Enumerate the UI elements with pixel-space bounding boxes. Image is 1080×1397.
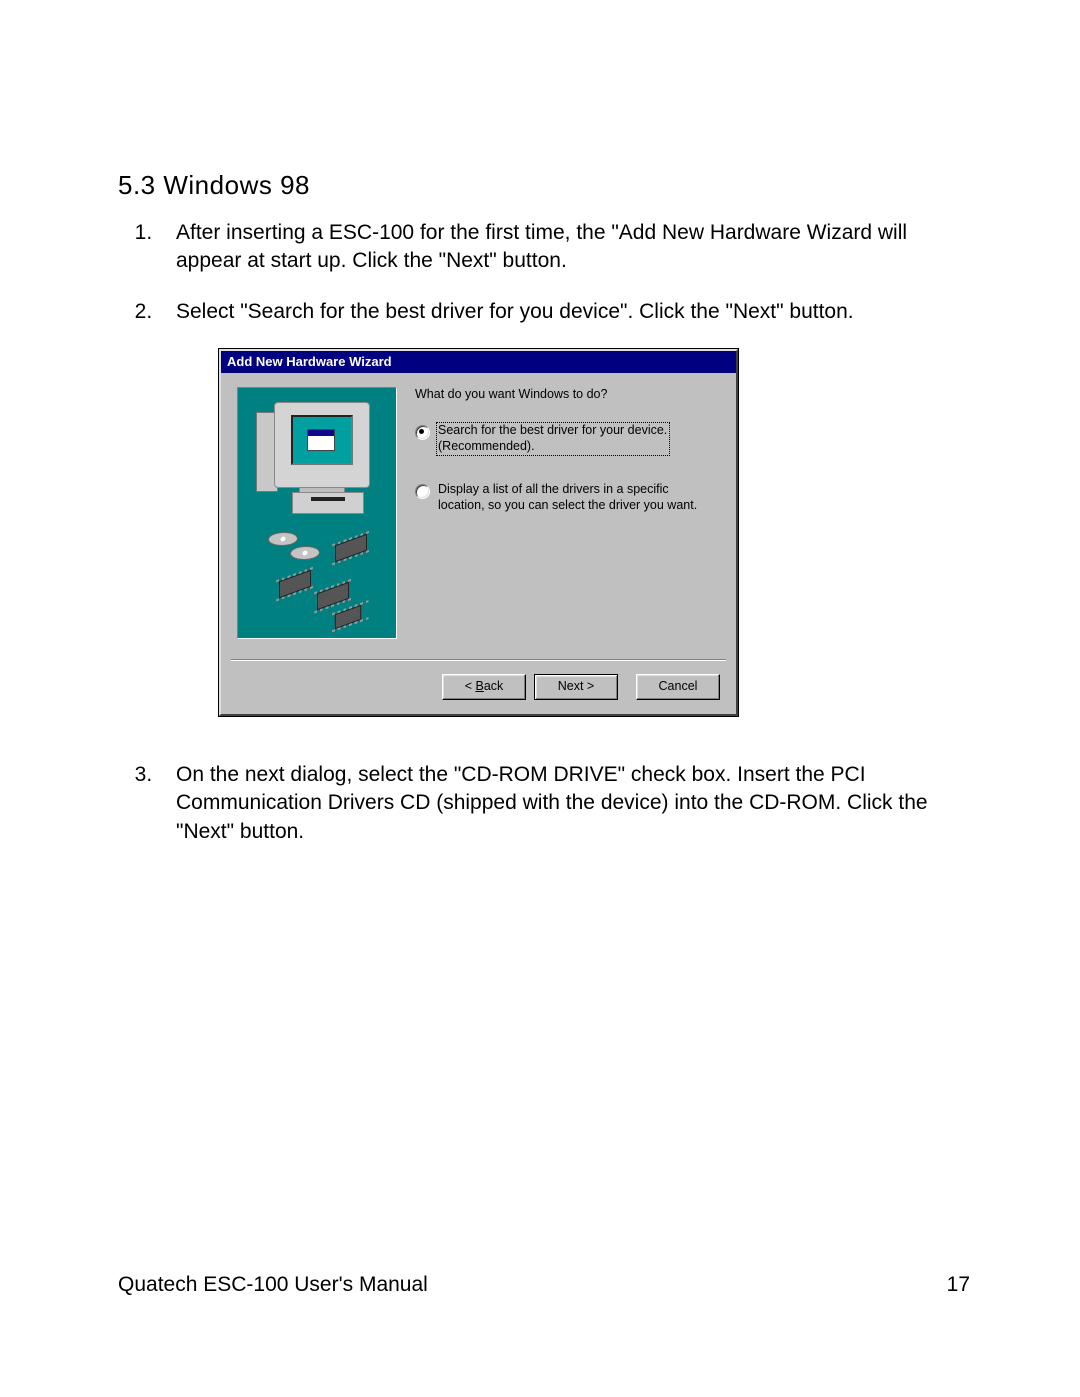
- radio-option-list[interactable]: Display a list of all the drivers in a s…: [415, 482, 714, 513]
- page-footer: Quatech ESC-100 User's Manual 17: [118, 1273, 970, 1297]
- chip-icon: [317, 582, 349, 611]
- instruction-list: After inserting a ESC-100 for the first …: [118, 219, 970, 326]
- cancel-button[interactable]: Cancel: [636, 674, 720, 700]
- radio-icon[interactable]: [415, 425, 430, 440]
- dialog-body: What do you want Windows to do? Search f…: [221, 373, 736, 643]
- next-button[interactable]: Next >: [534, 674, 618, 700]
- instruction-step: On the next dialog, select the "CD-ROM D…: [158, 761, 970, 846]
- wizard-prompt: What do you want Windows to do?: [415, 387, 714, 401]
- wizard-illustration: [237, 387, 397, 639]
- footer-title: Quatech ESC-100 User's Manual: [118, 1273, 428, 1297]
- back-button[interactable]: < Back: [442, 674, 526, 700]
- instruction-list: On the next dialog, select the "CD-ROM D…: [118, 761, 970, 846]
- wizard-dialog-screenshot: Add New Hardware Wizard What do you want…: [218, 348, 739, 717]
- radio-option-search[interactable]: Search for the best driver for your devi…: [415, 423, 714, 454]
- instruction-step: Select "Search for the best driver for y…: [158, 298, 970, 326]
- chip-icon: [279, 570, 311, 599]
- dialog-buttons: < Back Next > Cancel: [231, 659, 726, 714]
- section-heading: 5.3 Windows 98: [118, 170, 970, 201]
- cd-icon: [267, 532, 299, 546]
- page-number: 17: [947, 1273, 970, 1297]
- radio-label: Display a list of all the drivers in a s…: [438, 482, 697, 513]
- radio-icon[interactable]: [415, 484, 430, 499]
- radio-label: Search for the best driver for your devi…: [436, 422, 670, 456]
- instruction-step: After inserting a ESC-100 for the first …: [158, 219, 970, 276]
- chip-icon: [335, 534, 367, 563]
- dialog-content: What do you want Windows to do? Search f…: [397, 387, 720, 639]
- dialog-title: Add New Hardware Wizard: [221, 351, 736, 373]
- wizard-dialog: Add New Hardware Wizard What do you want…: [219, 349, 738, 716]
- cd-icon: [289, 546, 321, 560]
- chip-icon: [335, 605, 361, 629]
- document-page: 5.3 Windows 98 After inserting a ESC-100…: [0, 0, 1080, 1397]
